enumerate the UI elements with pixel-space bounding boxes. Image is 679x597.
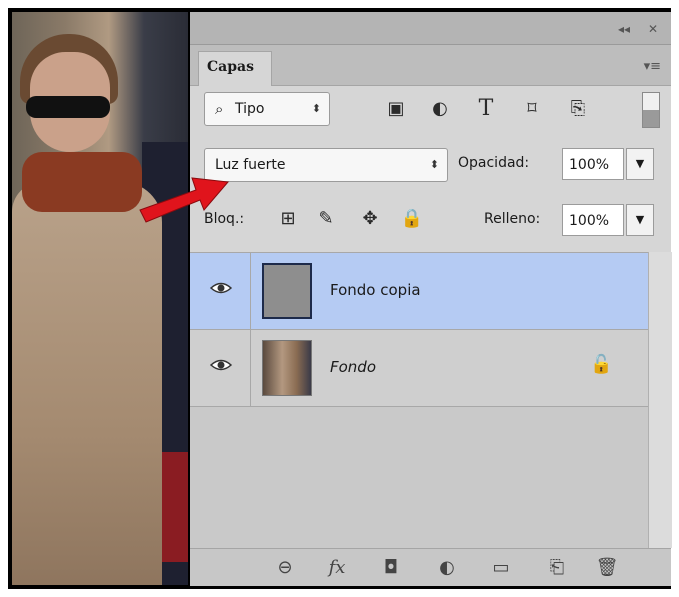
lock-icon: 🔓 — [590, 354, 613, 375]
filter-kind-select[interactable]: ⌕ Tipo ⬍ — [204, 92, 330, 126]
blend-row: Luz fuerte ⬍ Opacidad: 100% ▼ — [190, 146, 671, 186]
panel-footer: ⊖ fx ◘ ◐ ▭ ⎗ 🗑 — [190, 548, 671, 586]
folder-icon[interactable]: ▭ — [488, 557, 514, 578]
panel-tabs: Capas ▾≡ — [190, 45, 671, 86]
updown-arrow-icon: ⬍ — [311, 102, 321, 115]
tab-capas[interactable]: Capas — [198, 51, 272, 86]
fx-icon[interactable]: fx — [324, 557, 350, 578]
filter-toggle-switch[interactable] — [642, 92, 660, 128]
red-arrow-annotation — [139, 177, 229, 223]
fill-label: Relleno: — [484, 211, 541, 227]
visibility-cell[interactable] — [190, 253, 251, 329]
opacity-dropdown-button[interactable]: ▼ — [626, 148, 654, 180]
shape-filter-icon[interactable]: ⌑ — [520, 98, 544, 119]
lock-transparent-pixels-icon[interactable]: ⊞ — [276, 208, 300, 229]
lock-image-pixels-icon[interactable]: ✎ — [314, 208, 338, 229]
double-chevron-left-icon[interactable]: ◂◂ — [618, 22, 630, 36]
lock-position-icon[interactable]: ✥ — [358, 208, 382, 229]
visibility-cell[interactable] — [190, 330, 251, 406]
fill-dropdown-button[interactable]: ▼ — [626, 204, 654, 236]
layer-thumbnail — [262, 263, 312, 319]
opacity-input[interactable]: 100% — [562, 148, 624, 180]
layer-name[interactable]: Fondo — [330, 358, 376, 376]
filter-kind-label: Tipo — [235, 101, 265, 117]
search-icon: ⌕ — [215, 100, 224, 118]
background-photo — [12, 12, 188, 585]
layer-row-fondo-copia[interactable]: Fondo copia — [190, 253, 648, 330]
layer-thumbnail — [262, 340, 312, 396]
layers-list: Fondo copia Fondo 🔓 — [190, 252, 648, 549]
adjustment-filter-icon[interactable]: ◐ — [428, 98, 452, 119]
lock-all-icon[interactable]: 🔒 — [400, 208, 424, 229]
fill-input[interactable]: 100% — [562, 204, 624, 236]
layers-scrollbar[interactable] — [648, 252, 672, 548]
type-filter-icon[interactable]: T — [474, 96, 498, 121]
eye-icon[interactable] — [210, 358, 232, 372]
updown-arrow-icon: ⬍ — [429, 158, 439, 171]
opacity-label: Opacidad: — [458, 155, 530, 171]
panel-menu-icon[interactable]: ▾≡ — [644, 59, 661, 74]
smart-object-filter-icon[interactable]: ⎘ — [566, 98, 590, 119]
eye-icon[interactable] — [210, 281, 232, 295]
layer-name[interactable]: Fondo copia — [330, 281, 421, 299]
mask-icon[interactable]: ◘ — [378, 557, 404, 578]
close-icon[interactable]: ✕ — [648, 22, 658, 36]
layers-panel: ◂◂ ✕ Capas ▾≡ ⌕ Tipo ⬍ ▣ ◐ T ⌑ ⎘ Luz fue… — [190, 12, 672, 586]
filter-row: ⌕ Tipo ⬍ ▣ ◐ T ⌑ ⎘ — [190, 90, 671, 130]
trash-icon[interactable]: 🗑 — [594, 557, 620, 578]
panel-titlebar: ◂◂ ✕ — [190, 12, 671, 45]
blend-mode-select[interactable]: Luz fuerte ⬍ — [204, 148, 448, 182]
link-icon[interactable]: ⊖ — [272, 557, 298, 578]
lock-row: Bloq.: ⊞ ✎ ✥ 🔒 Relleno: 100% ▼ — [190, 202, 671, 242]
image-filter-icon[interactable]: ▣ — [384, 98, 408, 119]
layer-row-fondo[interactable]: Fondo 🔓 — [190, 330, 648, 407]
new-layer-icon[interactable]: ⎗ — [544, 557, 570, 578]
adjustment-icon[interactable]: ◐ — [434, 557, 460, 578]
